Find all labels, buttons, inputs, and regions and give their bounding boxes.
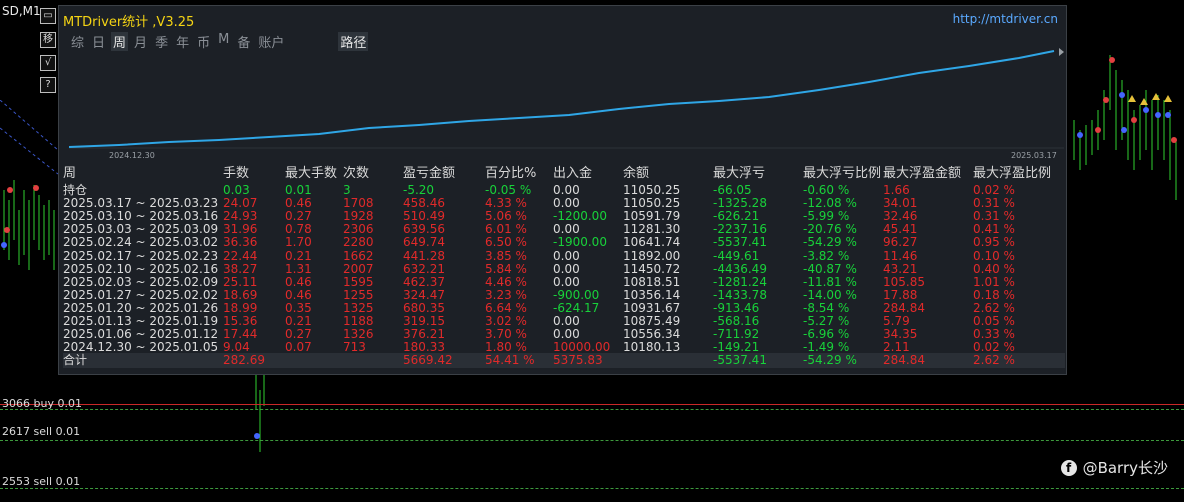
table-cell: 5669.42: [403, 353, 453, 368]
stats-panel[interactable]: MTDriver统计 ,V3.25 http://mtdriver.cn 综日周…: [58, 5, 1067, 375]
sell-level-label-2: 2553 sell 0.01: [2, 475, 81, 488]
header-cell: 手数: [223, 166, 250, 181]
header-cell: 最大浮盈比例: [973, 166, 1052, 181]
facebook-icon: f: [1060, 459, 1077, 476]
table-cell: 5375.83: [553, 353, 603, 368]
header-cell: 出入金: [553, 166, 593, 181]
table-total-row: 合计 282.69 5669.42 54.41 % 5375.83 -5537.41 -54…: [63, 353, 1065, 369]
website-link[interactable]: http://mtdriver.cn: [953, 12, 1058, 26]
header-cell: 余额: [623, 166, 650, 181]
header-cell: 盈亏金额: [403, 166, 456, 181]
right-candles: [1073, 55, 1177, 200]
table-cell: 284.84: [883, 353, 925, 368]
header-cell: 周: [63, 166, 77, 181]
chart-symbol: SD,M1: [2, 4, 41, 18]
help-icon[interactable]: ?: [40, 77, 56, 93]
sell-level-label-1: 2617 sell 0.01: [2, 425, 81, 438]
window-toggle-icon[interactable]: ▭: [40, 8, 56, 24]
header-cell: 百分比%: [485, 166, 537, 181]
trend-lines: [0, 100, 59, 175]
curve-end-date: 2025.03.17: [1011, 151, 1057, 160]
equity-curve: [69, 48, 1064, 149]
header-cell: 最大浮亏: [713, 166, 766, 181]
sell-level-line-2: [0, 488, 1184, 489]
table-cell: -54.29 %: [803, 353, 857, 368]
table-cell: 合计: [63, 353, 88, 368]
watermark: f @Barry长沙: [1060, 457, 1168, 478]
sell-level-line: [0, 440, 1184, 441]
level-line: [0, 409, 1184, 410]
table-cell: 2.62 %: [973, 353, 1015, 368]
panel-title: MTDriver统计 ,V3.25: [63, 15, 195, 30]
move-icon[interactable]: 移: [40, 32, 56, 48]
header-cell: 最大浮亏比例: [803, 166, 882, 181]
header-cell: 最大浮盈金额: [883, 166, 962, 181]
table-cell: 54.41 %: [485, 353, 535, 368]
header-cell: 最大手数: [285, 166, 338, 181]
left-candles: [1, 180, 55, 270]
header-cell: 次数: [343, 166, 370, 181]
table-cell: -5537.41: [713, 353, 767, 368]
center-candles: [254, 370, 265, 452]
watermark-text: @Barry长沙: [1082, 459, 1168, 477]
equity-line: [69, 50, 1055, 148]
check-icon[interactable]: √: [40, 55, 56, 71]
curve-start-date: 2024.12.30: [109, 151, 155, 160]
buy-level-line: [0, 404, 1184, 405]
table-cell: 282.69: [223, 353, 265, 368]
